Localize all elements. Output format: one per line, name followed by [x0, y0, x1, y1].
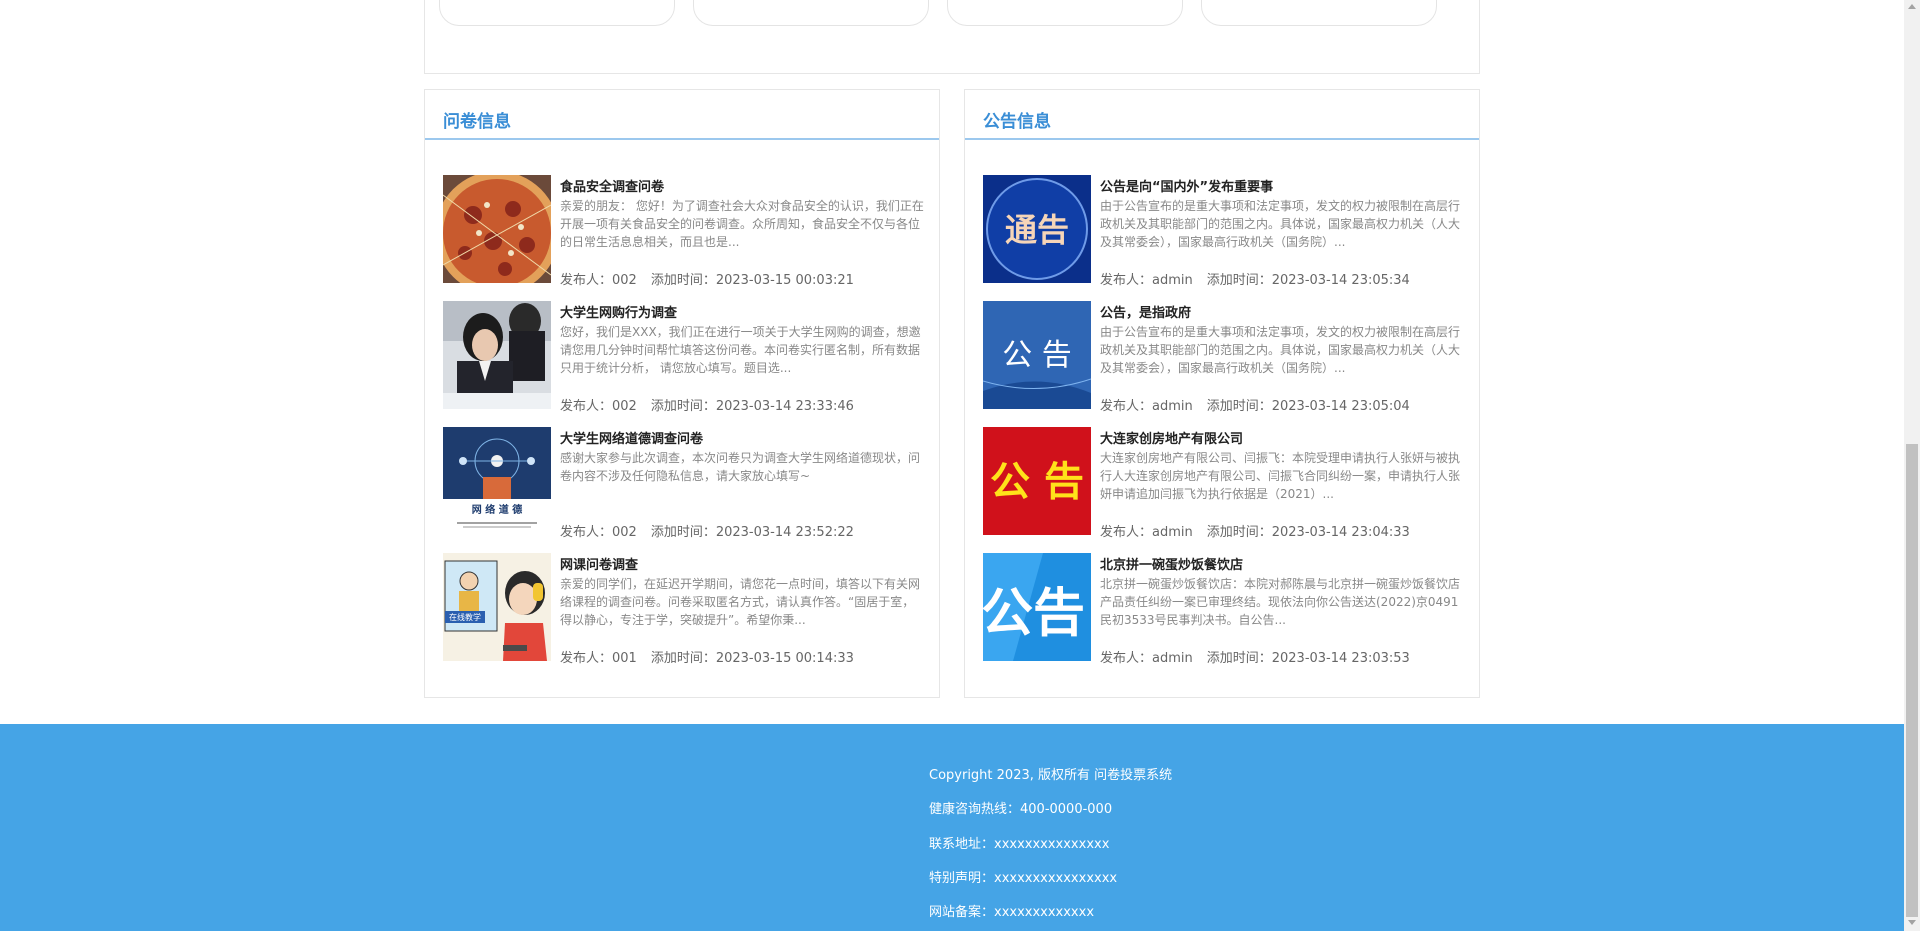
publisher: 发布人：002: [560, 273, 637, 288]
thumb-text: 通告: [1005, 211, 1069, 249]
publisher: 发布人：admin: [1100, 273, 1193, 288]
survey-item[interactable]: 网 络 道 德 大学生网络道德调查问卷 感谢大家参与此次调查，本次问卷只为调查大…: [443, 427, 925, 540]
survey-panel-title[interactable]: 问卷信息: [443, 107, 511, 132]
top-card[interactable]: [1201, 0, 1437, 26]
survey-item-desc: 您好，我们是XXX，我们正在进行一项关于大学生网购的调查，想邀请您用几分钟时间帮…: [560, 325, 921, 375]
top-section-box: [424, 0, 1480, 74]
add-time: 添加时间：2023-03-15 00:14:33: [650, 651, 854, 666]
publisher: 发布人：admin: [1100, 525, 1193, 540]
add-time: 添加时间：2023-03-14 23:04:33: [1206, 525, 1410, 540]
notice-panel: 公告信息 通告 公告是向“国内外”发布重要事 由于公告宣布的是重大事项和法定事项…: [964, 89, 1480, 698]
notice-item-title[interactable]: 公告是向“国内外”发布重要事: [1100, 176, 1273, 195]
notice-red-image[interactable]: 公 告: [983, 427, 1091, 535]
online-class-cartoon[interactable]: 在线教学: [443, 553, 551, 661]
footer-copyright: Copyright 2023, 版权所有 问卷投票系统: [929, 768, 1173, 783]
notice-item-desc: 由于公告宣布的是重大事项和法定事项，发文的权力被限制在高层行政机关及其职能部门的…: [1100, 199, 1461, 249]
survey-item-meta: 发布人：002 添加时间：2023-03-14 23:52:22: [560, 521, 868, 540]
add-time: 添加时间：2023-03-14 23:33:46: [650, 399, 854, 414]
notice-cyan-image[interactable]: 公告: [983, 553, 1091, 661]
survey-item-title[interactable]: 大学生网购行为调查: [560, 302, 677, 321]
notice-panel-header: 公告信息: [965, 90, 1479, 140]
footer: Copyright 2023, 版权所有 问卷投票系统 健康咨询热线：400-0…: [0, 724, 1904, 931]
top-card[interactable]: [439, 0, 675, 26]
notice-item[interactable]: 公 告 大连家创房地产有限公司 大连家创房地产有限公司、闫振飞：本院受理申请执行…: [983, 427, 1465, 540]
thumb-text: 公告: [983, 584, 1085, 644]
survey-item-meta: 发布人：002 添加时间：2023-03-15 00:03:21: [560, 269, 868, 288]
vertical-scrollbar[interactable]: [1904, 0, 1920, 931]
publisher: 发布人：admin: [1100, 651, 1193, 666]
add-time: 添加时间：2023-03-14 23:05:04: [1206, 399, 1410, 414]
top-card[interactable]: [693, 0, 929, 26]
add-time: 添加时间：2023-03-14 23:03:53: [1206, 651, 1410, 666]
survey-item-title[interactable]: 食品安全调查问卷: [560, 176, 664, 195]
notice-badge-image[interactable]: 通告: [983, 175, 1091, 283]
publisher: 发布人：001: [560, 651, 637, 666]
scroll-down-arrow-icon[interactable]: [1908, 920, 1916, 925]
survey-item[interactable]: 大学生网购行为调查 您好，我们是XXX，我们正在进行一项关于大学生网购的调查，想…: [443, 301, 925, 414]
notice-item-meta: 发布人：admin 添加时间：2023-03-14 23:04:33: [1100, 521, 1424, 540]
footer-icp: 网站备案：xxxxxxxxxxxxx: [929, 905, 1095, 920]
notice-item-meta: 发布人：admin 添加时间：2023-03-14 23:05:04: [1100, 395, 1424, 414]
add-time: 添加时间：2023-03-14 23:05:34: [1206, 273, 1410, 288]
notice-item[interactable]: 通告 公告是向“国内外”发布重要事 由于公告宣布的是重大事项和法定事项，发文的权…: [983, 175, 1465, 288]
survey-item-desc: 亲爱的朋友： 您好！为了调查社会大众对食品安全的认识，我们正在开展一项有关食品安…: [560, 199, 924, 249]
pizza-image[interactable]: [443, 175, 551, 283]
footer-statement: 特别声明：xxxxxxxxxxxxxxxx: [929, 871, 1118, 886]
notice-item-desc: 北京拼一碗蛋炒饭餐饮店：本院对郝陈晨与北京拼一碗蛋炒饭餐饮店产品责任纠纷一案已审…: [1100, 577, 1461, 627]
notice-item-desc: 由于公告宣布的是重大事项和法定事项，发文的权力被限制在高层行政机关及其职能部门的…: [1100, 325, 1461, 375]
notice-item-title[interactable]: 大连家创房地产有限公司: [1100, 428, 1243, 447]
survey-item[interactable]: 食品安全调查问卷 亲爱的朋友： 您好！为了调查社会大众对食品安全的认识，我们正在…: [443, 175, 925, 288]
notice-item[interactable]: 公告 北京拼一碗蛋炒饭餐饮店 北京拼一碗蛋炒饭餐饮店：本院对郝陈晨与北京拼一碗蛋…: [983, 553, 1465, 666]
notice-blue-image[interactable]: 公 告: [983, 301, 1091, 409]
footer-hotline: 健康咨询热线：400-0000-000: [929, 802, 1113, 817]
publisher: 发布人：002: [560, 399, 637, 414]
survey-item-desc: 感谢大家参与此次调查，本次问卷只为调查大学生网络道德现状，问卷内容不涉及任何隐私…: [560, 451, 921, 483]
thumb-text: 公 告: [1002, 338, 1072, 373]
survey-panel: 问卷信息 食品安全调查问卷 亲爱的朋友： 您好！为了调查社会大众对食品安全的认识…: [424, 89, 940, 698]
thumb-caption: 网 络 道 德: [472, 503, 522, 516]
scrollbar-thumb[interactable]: [1906, 444, 1918, 917]
survey-item-meta: 发布人：002 添加时间：2023-03-14 23:33:46: [560, 395, 868, 414]
network-ethics-image[interactable]: 网 络 道 德: [443, 427, 551, 535]
student-photo[interactable]: [443, 301, 551, 409]
footer-address: 联系地址：xxxxxxxxxxxxxxx: [929, 837, 1110, 852]
scroll-up-arrow-icon[interactable]: [1908, 4, 1916, 9]
add-time: 添加时间：2023-03-14 23:52:22: [650, 525, 854, 540]
notice-item-desc: 大连家创房地产有限公司、闫振飞：本院受理申请执行人张妍与被执行人大连家创房地产有…: [1100, 451, 1461, 501]
notice-panel-title[interactable]: 公告信息: [983, 107, 1051, 132]
publisher: 发布人：002: [560, 525, 637, 540]
survey-item[interactable]: 在线教学 网课问卷调查 亲爱的同学们，在延迟开学期间，请您花一点时间，填答以下有…: [443, 553, 925, 666]
thumb-caption: 在线教学: [449, 612, 481, 622]
add-time: 添加时间：2023-03-15 00:03:21: [650, 273, 854, 288]
notice-item-meta: 发布人：admin 添加时间：2023-03-14 23:05:34: [1100, 269, 1424, 288]
publisher: 发布人：admin: [1100, 399, 1193, 414]
page: 问卷信息 食品安全调查问卷 亲爱的朋友： 您好！为了调查社会大众对食品安全的认识…: [0, 0, 1920, 931]
notice-item-title[interactable]: 北京拼一碗蛋炒饭餐饮店: [1100, 554, 1243, 573]
thumb-text: 公 告: [990, 459, 1084, 505]
survey-panel-header: 问卷信息: [425, 90, 939, 140]
survey-item-title[interactable]: 网课问卷调查: [560, 554, 638, 573]
notice-item-meta: 发布人：admin 添加时间：2023-03-14 23:03:53: [1100, 647, 1424, 666]
survey-item-title[interactable]: 大学生网络道德调查问卷: [560, 428, 703, 447]
notice-item[interactable]: 公 告 公告，是指政府 由于公告宣布的是重大事项和法定事项，发文的权力被限制在高…: [983, 301, 1465, 414]
survey-item-desc: 亲爱的同学们，在延迟开学期间，请您花一点时间，填答以下有关网络课程的调查问卷。问…: [560, 577, 921, 627]
survey-item-meta: 发布人：001 添加时间：2023-03-15 00:14:33: [560, 647, 868, 666]
top-card[interactable]: [947, 0, 1183, 26]
notice-item-title[interactable]: 公告，是指政府: [1100, 302, 1191, 321]
